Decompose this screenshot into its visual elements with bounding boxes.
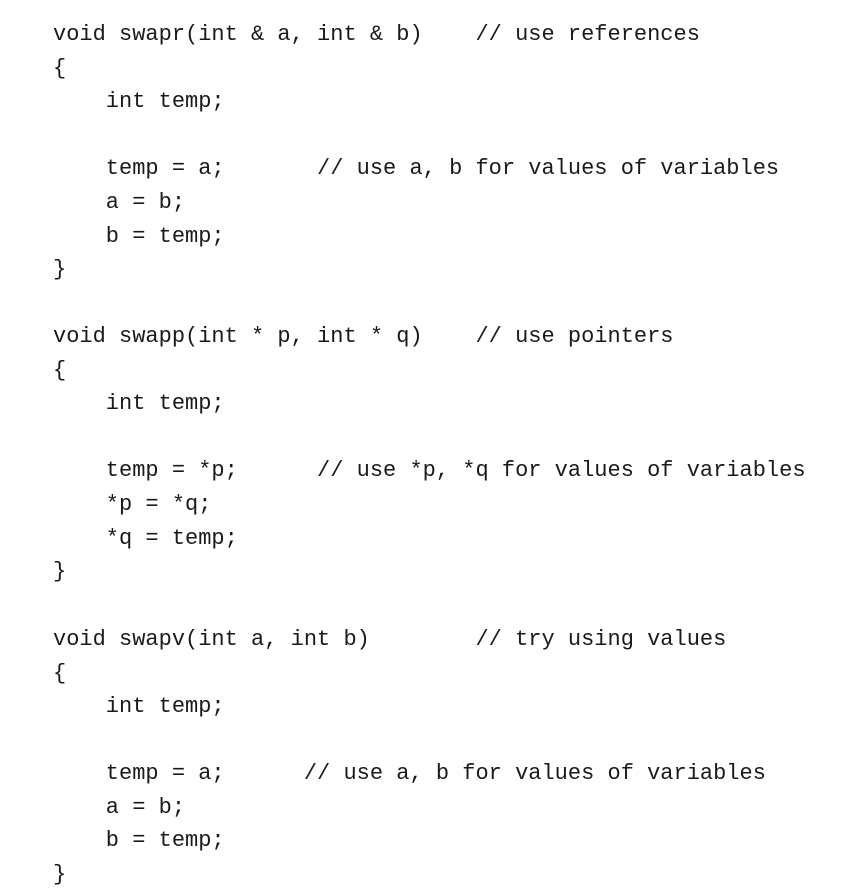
swapp-declaration: int temp; [53, 391, 225, 416]
swapv-assign-a: a = b; [53, 795, 186, 820]
swapr-signature: void swapr(int & a, int & b) // use refe… [53, 22, 700, 47]
swapr-assign-b: b = temp; [53, 224, 225, 249]
swapp-open-brace: { [53, 358, 67, 383]
swapp-assign-temp: temp = *p; // use *p, *q for values of v… [53, 458, 806, 483]
swapr-assign-a: a = b; [53, 190, 186, 215]
swapr-assign-temp: temp = a; // use a, b for values of vari… [53, 156, 780, 181]
swapv-assign-temp: temp = a; // use a, b for values of vari… [53, 761, 766, 786]
swapr-close-brace: } [53, 257, 67, 282]
swapv-declaration: int temp; [53, 694, 225, 719]
swapr-declaration: int temp; [53, 89, 225, 114]
swapp-close-brace: } [53, 559, 67, 584]
swapv-open-brace: { [53, 661, 67, 686]
swapp-assign-p: *p = *q; [53, 492, 212, 517]
swapv-assign-b: b = temp; [53, 828, 225, 853]
swapr-open-brace: { [53, 56, 67, 81]
swapv-close-brace: } [53, 862, 67, 887]
swapv-signature: void swapv(int a, int b) // try using va… [53, 627, 727, 652]
swapp-signature: void swapp(int * p, int * q) // use poin… [53, 324, 674, 349]
code-listing: void swapr(int & a, int & b) // use refe… [0, 0, 843, 896]
swapp-assign-q: *q = temp; [53, 526, 238, 551]
